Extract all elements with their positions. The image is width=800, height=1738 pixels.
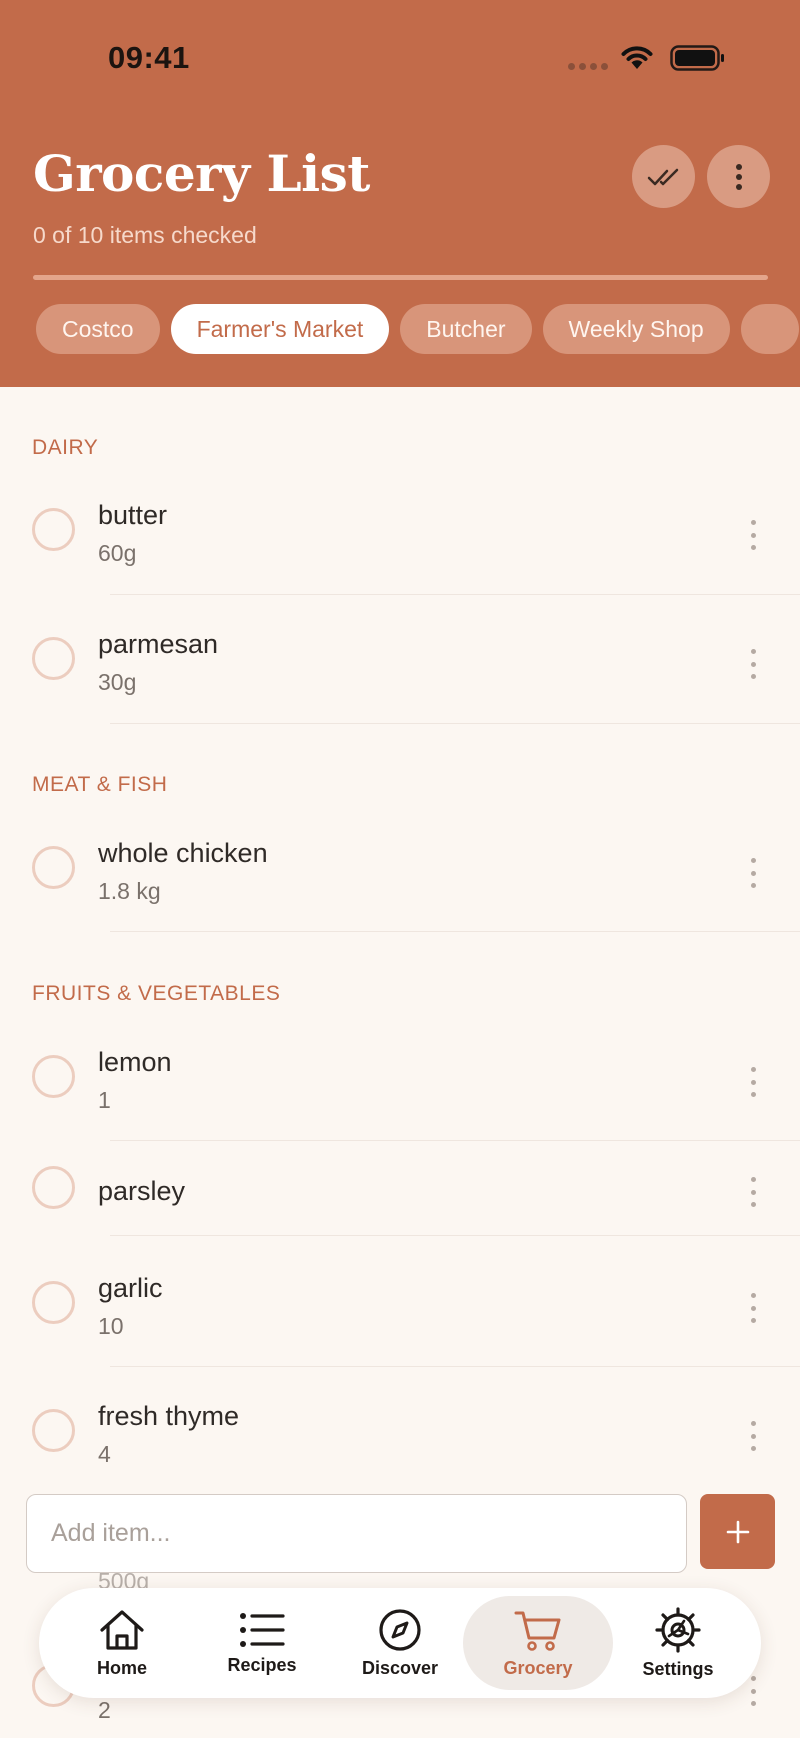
item-checkbox[interactable] xyxy=(32,508,75,551)
tab-grocery[interactable]: Grocery xyxy=(463,1596,613,1690)
gear-icon xyxy=(655,1606,701,1653)
item-name: butter xyxy=(98,500,168,530)
item-name: garlic xyxy=(98,1273,163,1303)
more-vertical-icon xyxy=(735,163,742,190)
item-quantity: 2 xyxy=(98,1697,111,1723)
cellular-signal-icon xyxy=(568,63,608,70)
tab-discover[interactable]: Discover xyxy=(325,1596,475,1690)
divider xyxy=(110,1235,800,1236)
section-label-fruits-vegetables: FRUITS & VEGETABLES xyxy=(32,982,281,1005)
item-checkbox[interactable] xyxy=(32,1055,75,1098)
item-checkbox[interactable] xyxy=(32,1166,75,1209)
divider xyxy=(110,1140,800,1141)
tab-home[interactable]: Home xyxy=(47,1596,197,1690)
compass-icon xyxy=(379,1608,421,1651)
cart-icon xyxy=(514,1611,561,1651)
tab-label: Grocery xyxy=(503,1657,573,1678)
divider xyxy=(110,723,800,724)
wifi-icon xyxy=(621,46,653,69)
status-time: 09:41 xyxy=(108,40,190,75)
list-icon xyxy=(240,1612,285,1647)
more-options-button[interactable] xyxy=(707,145,770,208)
chip-weekly-shop[interactable]: Weekly Shop xyxy=(542,304,730,354)
item-name: lemon xyxy=(98,1047,172,1077)
store-chips: Costco Farmer's Market Butcher Weekly Shop xyxy=(36,304,800,356)
page-title: Grocery List xyxy=(33,144,370,203)
item-menu-button[interactable] xyxy=(746,858,760,888)
add-item-button[interactable] xyxy=(700,1494,775,1569)
tab-label: Settings xyxy=(642,1658,714,1679)
checked-count: 0 of 10 items checked xyxy=(33,222,257,248)
chip-farmers-market[interactable]: Farmer's Market xyxy=(170,304,390,354)
tab-recipes[interactable]: Recipes xyxy=(187,1596,337,1690)
double-check-icon xyxy=(647,168,678,185)
item-checkbox[interactable] xyxy=(32,1409,75,1452)
add-item-input[interactable] xyxy=(26,1494,687,1573)
chip-butcher[interactable]: Butcher xyxy=(400,304,532,354)
item-menu-button[interactable] xyxy=(746,1067,760,1097)
item-menu-button[interactable] xyxy=(746,1421,760,1451)
item-quantity: 60g xyxy=(98,540,137,566)
item-name: fresh thyme xyxy=(98,1401,240,1431)
item-menu-button[interactable] xyxy=(746,1293,760,1323)
item-checkbox[interactable] xyxy=(32,637,75,680)
item-name: whole chicken xyxy=(98,838,268,868)
progress-bar xyxy=(33,275,768,280)
section-label-meat-fish: MEAT & FISH xyxy=(32,773,168,796)
item-name: parmesan xyxy=(98,629,219,659)
divider xyxy=(110,594,800,595)
battery-icon xyxy=(670,45,724,71)
item-quantity: 30g xyxy=(98,669,137,695)
divider xyxy=(110,1366,800,1367)
item-menu-button[interactable] xyxy=(746,1177,760,1207)
item-menu-button[interactable] xyxy=(746,520,760,550)
item-checkbox[interactable] xyxy=(32,1281,75,1324)
item-name: parsley xyxy=(98,1176,186,1206)
item-menu-button[interactable] xyxy=(746,1676,760,1706)
tab-bar: Home Recipes Discover Grocery Settings xyxy=(39,1588,761,1698)
item-quantity: 4 xyxy=(98,1441,111,1467)
header: 09:41 Grocery List 0 of 10 items checked… xyxy=(0,0,800,387)
divider xyxy=(110,931,800,932)
item-menu-button[interactable] xyxy=(746,649,760,679)
tab-label: Home xyxy=(96,1657,147,1678)
item-quantity: 1 xyxy=(98,1087,111,1113)
plus-icon xyxy=(726,1520,749,1543)
tab-label: Discover xyxy=(361,1657,439,1678)
home-icon xyxy=(100,1609,144,1650)
check-all-button[interactable] xyxy=(632,145,695,208)
chip-costco[interactable]: Costco xyxy=(36,304,160,354)
tab-settings[interactable]: Settings xyxy=(603,1596,753,1690)
item-quantity: 10 xyxy=(98,1313,124,1339)
section-label-dairy: DAIRY xyxy=(32,436,99,459)
item-checkbox[interactable] xyxy=(32,846,75,889)
chip-more[interactable] xyxy=(740,304,800,354)
tab-label: Recipes xyxy=(227,1654,297,1675)
item-quantity: 1.8 kg xyxy=(98,878,161,904)
